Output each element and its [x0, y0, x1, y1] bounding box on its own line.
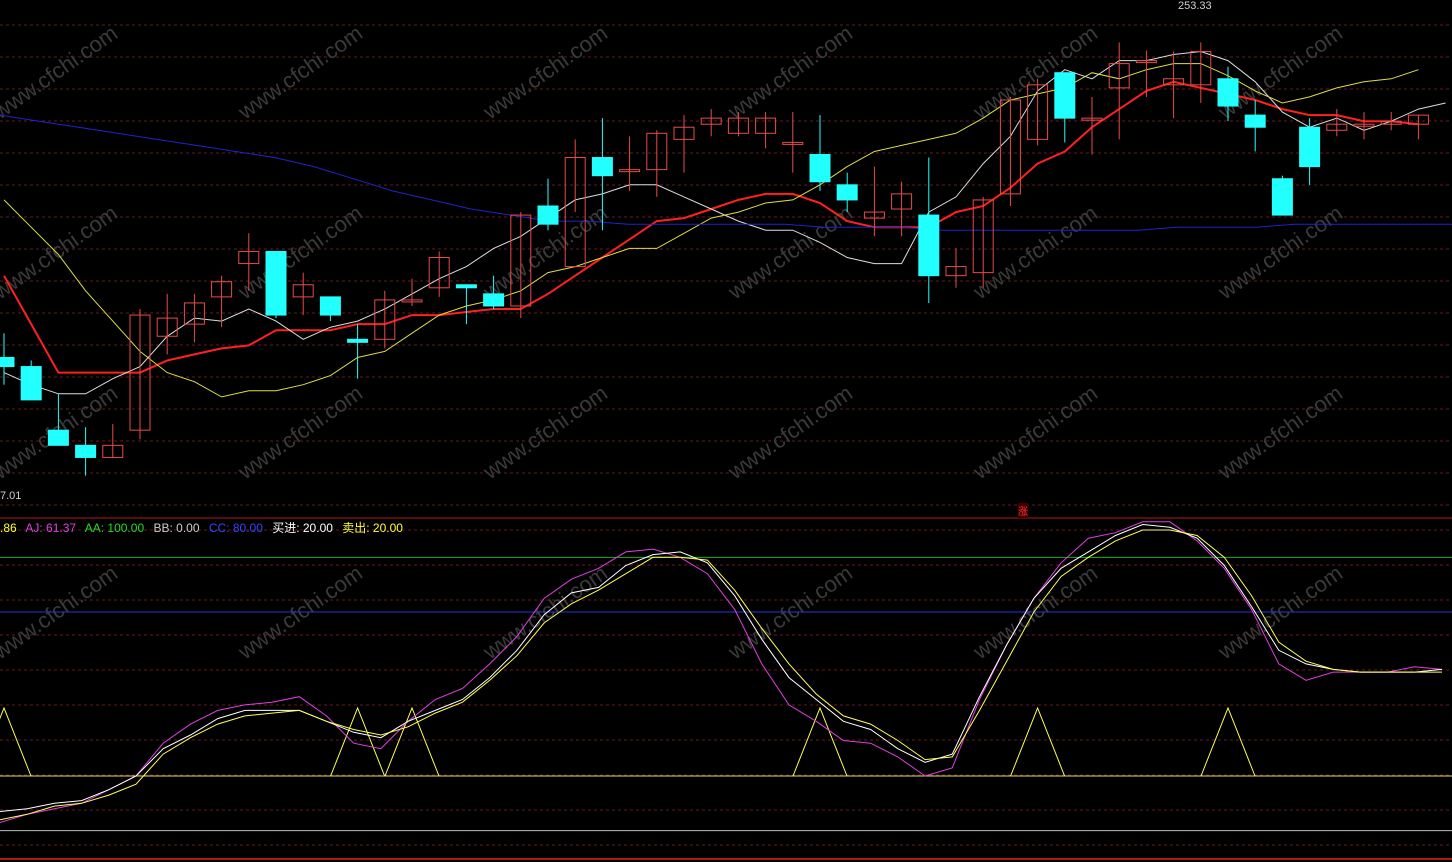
low-price-label: 7.01 [0, 490, 22, 502]
candle-down [265, 250, 287, 316]
indicator-panel [0, 521, 1452, 832]
ma-line-ma_blue [0, 114, 1452, 231]
watermark-text: www.cfchi.com [968, 20, 1102, 124]
high-price-label: 253.33 [1178, 0, 1212, 12]
watermark-text: www.cfchi.com [478, 380, 612, 484]
candle-down [809, 154, 831, 183]
watermark-text: www.cfchi.com [968, 380, 1102, 484]
watermark-layer: www.cfchi.com www.cfchi.com www.cfchi.com w… [0, 20, 1347, 664]
watermark-text: www.cfchi.com [233, 20, 367, 124]
watermark-text: www.cfchi.com [723, 200, 857, 304]
candle-down [1054, 72, 1076, 119]
watermark-text: www.cfchi.com [723, 380, 857, 484]
legend-buy: 买进: 20.00 [272, 521, 333, 535]
candle-down [455, 284, 477, 289]
candle-down [75, 444, 97, 458]
candle-down [0, 356, 15, 368]
grid-lines [0, 24, 1452, 860]
watermark-text: www.cfchi.com [233, 200, 367, 304]
buy-signal-triangle [330, 706, 386, 777]
indicator-legend: .86 AJ: 61.37 AA: 100.00 BB: 0.00 CC: 80… [0, 519, 409, 536]
candle-down [483, 293, 505, 307]
watermark-text: www.cfchi.com [968, 200, 1102, 304]
watermark-text: www.cfchi.com [0, 200, 122, 304]
candle-down [1244, 114, 1266, 128]
candle-down [1217, 78, 1239, 107]
zhang-marker: 涨 [1018, 503, 1028, 518]
candle-down [47, 429, 69, 446]
legend-aa: AA: 100.00 [84, 521, 145, 535]
buy-signal-triangle [1200, 706, 1256, 777]
candle-down [918, 214, 940, 277]
legend-j: .86 [0, 521, 17, 535]
watermark-text: www.cfchi.com [0, 20, 122, 124]
watermark-text: www.cfchi.com [233, 380, 367, 484]
candle-down [347, 338, 369, 343]
candle-down [591, 157, 613, 177]
legend-bb: BB: 0.00 [153, 521, 200, 535]
watermark-text: www.cfchi.com [723, 20, 857, 124]
watermark-text: www.cfchi.com [1213, 200, 1347, 304]
candle-down [537, 205, 559, 225]
kdj-line-k [0, 523, 1443, 812]
candle-down [319, 296, 341, 316]
candle-down [20, 366, 42, 401]
buy-signal-triangle [0, 706, 32, 777]
legend-sell: 卖出: 20.00 [342, 521, 403, 535]
chart-canvas: www.cfchi.com www.cfchi.com www.cfchi.com w… [0, 20, 1452, 860]
legend-aj: AJ: 61.37 [25, 521, 77, 535]
legend-cc: CC: 80.00 [208, 521, 263, 535]
candle-down [1299, 126, 1321, 168]
watermark-text: www.cfchi.com [1213, 380, 1347, 484]
watermark-text: www.cfchi.com [478, 20, 612, 124]
candle-down [836, 184, 858, 201]
candle-down [1271, 178, 1293, 216]
buy-signal-triangle [1010, 706, 1066, 777]
